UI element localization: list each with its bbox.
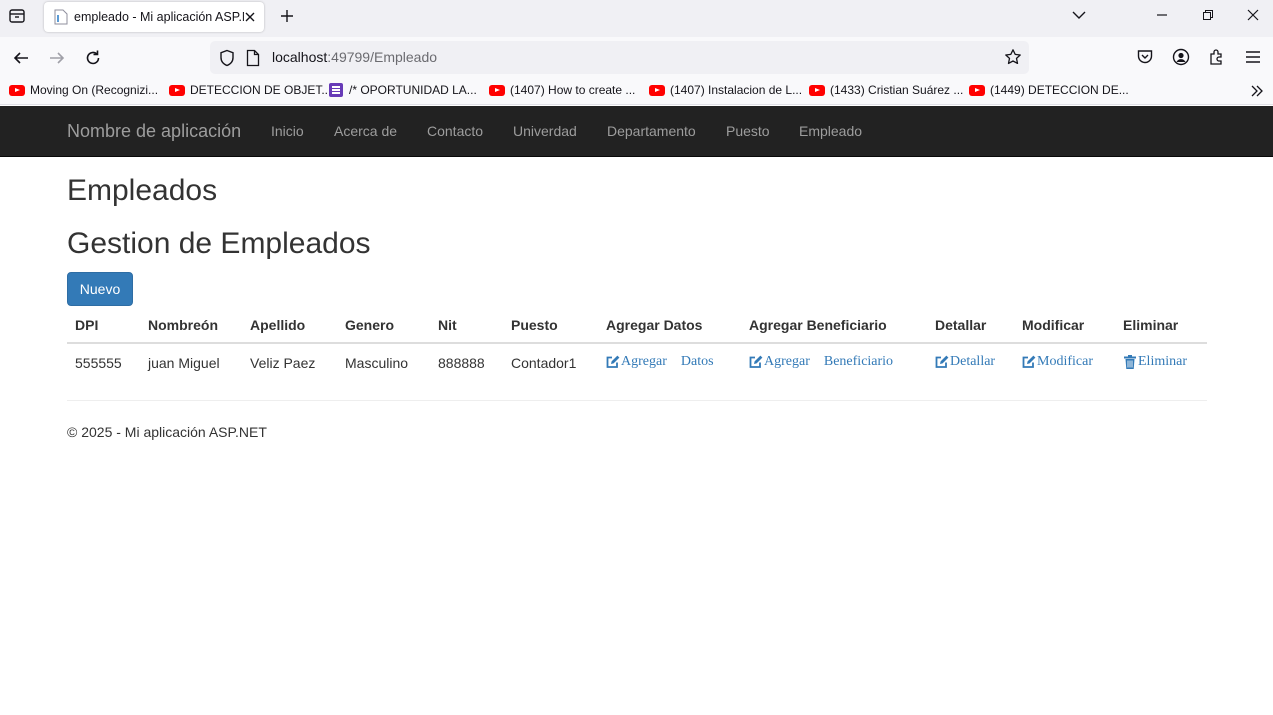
column-header: Eliminar (1123, 317, 1179, 333)
eliminar-link[interactable]: Eliminar (1123, 354, 1187, 370)
modificar-link[interactable]: Modificar (1022, 354, 1093, 370)
page-favicon-icon (53, 9, 69, 25)
nav-link-acerca-de[interactable]: Acerca de (334, 123, 397, 139)
nav-link-puesto[interactable]: Puesto (726, 123, 770, 139)
bookmark-label: (1433) Cristian Suárez ... (830, 83, 964, 97)
bookmark-item[interactable]: DETECCION DE OBJET... (169, 83, 331, 97)
column-header: Nombreón (148, 317, 218, 333)
youtube-icon (809, 84, 825, 96)
nav-link-inicio[interactable]: Inicio (271, 123, 304, 139)
account-icon[interactable] (1170, 46, 1192, 68)
tab-title: empleado - Mi aplicación ASP.NET (74, 10, 244, 24)
reload-icon[interactable] (81, 46, 105, 70)
cell-genero: Masculino (345, 355, 409, 371)
edit-icon (606, 355, 620, 368)
browser-toolbar: localhost:49799/Empleado (0, 37, 1273, 78)
bookmark-item[interactable]: (1433) Cristian Suárez ... (809, 83, 963, 97)
cell-dpi: 555555 (75, 355, 122, 371)
bookmark-item[interactable]: (1407) How to create ... (489, 83, 635, 97)
new-employee-button[interactable]: Nuevo (67, 272, 133, 306)
site-brand[interactable]: Nombre de aplicación (67, 121, 241, 142)
tab-list-icon[interactable] (6, 6, 28, 26)
forward-arrow-icon[interactable] (45, 46, 69, 70)
cell-nombre: juan Miguel (148, 355, 220, 371)
bookmark-star-icon[interactable] (1004, 48, 1022, 66)
bookmarks-overflow-chevron-icon[interactable] (1249, 83, 1265, 99)
column-header: Modificar (1022, 317, 1085, 333)
bookmark-item[interactable]: Moving On (Recognizi... (9, 83, 158, 97)
minimize-icon[interactable] (1149, 4, 1175, 26)
youtube-icon (489, 84, 505, 96)
back-arrow-icon[interactable] (9, 46, 33, 70)
forms-icon (329, 83, 343, 97)
address-bar[interactable]: localhost:49799/Empleado (210, 41, 1029, 74)
restore-icon[interactable] (1195, 4, 1221, 26)
extensions-icon[interactable] (1206, 46, 1228, 68)
column-header: Puesto (511, 317, 558, 333)
link-word: Agregar (621, 354, 667, 369)
bookmark-label: (1449) DETECCION DE... (990, 83, 1129, 97)
table-header-divider (67, 342, 1207, 344)
nav-link-contacto[interactable]: Contacto (427, 123, 483, 139)
cell-puesto: Contador1 (511, 355, 577, 371)
youtube-icon (169, 84, 185, 96)
column-header: Nit (438, 317, 457, 333)
page-info-icon[interactable] (246, 49, 262, 67)
bookmark-label: (1407) How to create ... (510, 83, 636, 97)
cell-apellido: Veliz Paez (250, 355, 316, 371)
bookmark-label: Moving On (Recognizi... (30, 83, 159, 97)
footer-divider (67, 400, 1207, 401)
youtube-icon (649, 84, 665, 96)
tracking-shield-icon[interactable] (218, 49, 236, 67)
bookmark-item[interactable]: (1449) DETECCION DE... (969, 83, 1129, 97)
link-word: Beneficiario (823, 354, 894, 369)
url-path: :49799/Empleado (327, 49, 438, 65)
nav-link-univerdad[interactable]: Univerdad (513, 123, 577, 139)
site-navbar: Nombre de aplicación Inicio Acerca de Co… (0, 106, 1273, 157)
column-header: Agregar Datos (606, 317, 703, 333)
edit-icon (749, 355, 763, 368)
agregar-beneficiario-link[interactable]: Agregar Beneficiario (749, 354, 893, 370)
link-word: Eliminar (1138, 354, 1187, 369)
nav-link-departamento[interactable]: Departamento (607, 123, 696, 139)
edit-icon (1022, 355, 1036, 368)
bookmark-label: DETECCION DE OBJET... (190, 83, 332, 97)
bookmark-item[interactable]: /* OPORTUNIDAD LA... (329, 83, 477, 97)
column-header: DPI (75, 317, 99, 333)
column-header: Agregar Beneficiario (749, 317, 887, 333)
nav-link-empleado[interactable]: Empleado (799, 123, 862, 139)
bookmarks-toolbar: Moving On (Recognizi... DETECCION DE OBJ… (0, 78, 1273, 105)
url-text[interactable]: localhost:49799/Empleado (272, 49, 437, 65)
close-window-icon[interactable] (1240, 4, 1266, 26)
browser-tab-bar: empleado - Mi aplicación ASP.NET (0, 0, 1273, 37)
link-word: Agregar (764, 354, 810, 369)
youtube-icon (969, 84, 985, 96)
pocket-icon[interactable] (1134, 46, 1156, 68)
edit-icon (935, 355, 949, 368)
link-word: Datos (680, 354, 714, 369)
browser-tab-active[interactable]: empleado - Mi aplicación ASP.NET (44, 2, 264, 32)
bookmark-label: /* OPORTUNIDAD LA... (349, 83, 477, 97)
hamburger-menu-icon[interactable] (1242, 46, 1264, 68)
column-header: Apellido (250, 317, 306, 333)
url-host: localhost (272, 49, 328, 65)
new-tab-icon[interactable] (278, 7, 296, 25)
trash-icon (1124, 355, 1136, 369)
youtube-icon (9, 84, 25, 96)
bookmark-label: (1407) Instalacion de L... (670, 83, 803, 97)
close-tab-icon[interactable] (242, 9, 258, 25)
page-subtitle: Gestion de Empleados (67, 227, 371, 260)
agregar-datos-link[interactable]: Agregar Datos (606, 354, 714, 370)
bookmark-item[interactable]: (1407) Instalacion de L... (649, 83, 802, 97)
page-title: Empleados (67, 174, 218, 207)
footer-text: © 2025 - Mi aplicación ASP.NET (67, 424, 267, 440)
detallar-link[interactable]: Detallar (935, 354, 995, 370)
link-word: Detallar (950, 354, 996, 369)
link-word: Modificar (1037, 354, 1093, 369)
column-header: Detallar (935, 317, 987, 333)
cell-nit: 888888 (438, 355, 485, 371)
tab-overflow-chevron-icon[interactable] (1066, 4, 1092, 26)
column-header: Genero (345, 317, 395, 333)
